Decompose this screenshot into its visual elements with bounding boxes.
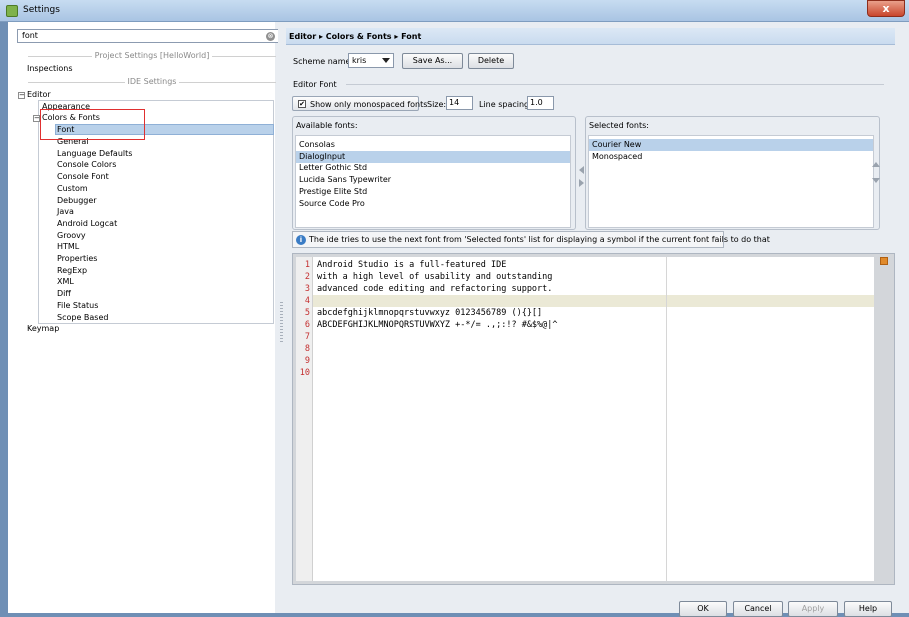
font-size-input[interactable]: 14 (446, 96, 473, 110)
editor-font-section-label: Editor Font (293, 80, 337, 89)
checkbox-checked-icon[interactable]: ✔ (298, 100, 306, 108)
monospaced-checkbox-button[interactable]: ✔ Show only monospaced fonts (292, 96, 427, 111)
tree-item[interactable]: HTML (57, 241, 79, 252)
tree-item[interactable]: Console Font (57, 171, 109, 182)
line-number: 3 (304, 284, 310, 294)
available-fonts-label: Available fonts: (296, 121, 358, 130)
list-item[interactable]: Prestige Elite Std (296, 186, 570, 198)
highlight-annotation (40, 109, 145, 140)
line-spacing-input[interactable]: 1.0 (527, 96, 554, 110)
search-value: font (22, 31, 38, 40)
line-number: 6 (304, 320, 310, 330)
code-line: Android Studio is a full-featured IDE (317, 260, 507, 270)
help-button[interactable]: Help (844, 601, 892, 617)
move-up-icon[interactable] (872, 162, 880, 167)
tree-item-editor-label: Editor (27, 90, 51, 99)
line-spacing-label: Line spacing: (479, 100, 532, 109)
tree-item[interactable]: Scope Based (57, 312, 108, 323)
available-fonts-list[interactable]: Consolas DialogInput Letter Gothic Std Luci… (295, 135, 571, 228)
delete-button[interactable]: Delete (468, 53, 514, 69)
list-item[interactable]: Consolas (296, 139, 570, 151)
line-number: 8 (304, 344, 310, 354)
move-down-icon[interactable] (872, 178, 880, 183)
line-number: 10 (299, 368, 310, 378)
code-line: with a high level of usability and outst… (317, 272, 553, 282)
font-settings-pane: Editor ▸ Colors & Fonts ▸ Font Scheme na… (286, 22, 909, 617)
tree-item[interactable]: File Status (57, 300, 98, 311)
line-number-gutter: 1 2 3 4 5 6 7 8 9 10 (296, 257, 313, 581)
scheme-select[interactable]: kris (348, 53, 394, 68)
close-button[interactable]: x (867, 0, 905, 17)
tree-item[interactable]: Diff (57, 288, 71, 299)
breadcrumb: Editor ▸ Colors & Fonts ▸ Font (286, 28, 895, 45)
scheme-value: kris (352, 56, 367, 65)
cancel-button[interactable]: Cancel (733, 601, 783, 617)
selected-fonts-label: Selected fonts: (589, 121, 650, 130)
apply-button[interactable]: Apply (788, 601, 838, 617)
line-number: 2 (304, 272, 310, 282)
scheme-name-label: Scheme name: (293, 57, 354, 66)
collapse-icon[interactable]: − (18, 92, 25, 99)
list-item[interactable]: Lucida Sans Typewriter (296, 174, 570, 186)
line-number: 9 (304, 356, 310, 366)
right-margin-guide (666, 257, 667, 581)
list-item[interactable]: Letter Gothic Std (296, 162, 570, 174)
tree-item[interactable]: Custom (57, 183, 88, 194)
settings-tree-pane: font ⊗ Project Settings [HelloWorld] Ins… (8, 22, 279, 613)
collapse-icon[interactable]: − (33, 115, 40, 122)
project-settings-header: Project Settings [HelloWorld] (28, 51, 276, 61)
code-line: abcdefghijklmnopqrstuvwxyz 0123456789 ()… (317, 308, 543, 318)
window-title: Settings (23, 5, 60, 15)
caret-row-highlight (313, 295, 874, 307)
search-input[interactable]: font ⊗ (17, 29, 279, 43)
move-left-icon[interactable] (579, 166, 584, 174)
monospaced-label: Show only monospaced fonts (310, 100, 428, 109)
tree-item[interactable]: Properties (57, 253, 97, 264)
code-line: ABCDEFGHIJKLMNOPQRSTUVWXYZ +-*/= .,;:!? … (317, 320, 558, 330)
tree-item[interactable]: Debugger (57, 195, 97, 206)
save-as-button[interactable]: Save As... (402, 53, 463, 69)
section-divider (346, 84, 884, 85)
tree-item-keymap[interactable]: Keymap (27, 323, 59, 334)
tree-item[interactable]: XML (57, 276, 74, 287)
error-stripe-marker-icon[interactable] (880, 257, 888, 265)
chevron-down-icon (382, 58, 390, 63)
tree-item-inspections[interactable]: Inspections (27, 63, 73, 74)
font-preview-editor[interactable]: 1 2 3 4 5 6 7 8 9 10 Android Studio is a full-fea… (296, 257, 874, 581)
line-number: 5 (304, 308, 310, 318)
list-item[interactable]: Source Code Pro (296, 198, 570, 210)
ide-settings-header: IDE Settings (28, 77, 276, 87)
line-number: 1 (304, 260, 310, 270)
android-studio-icon (6, 5, 18, 17)
info-icon: i (296, 235, 306, 245)
line-number: 4 (304, 296, 310, 306)
tree-item[interactable]: Groovy (57, 230, 86, 241)
tree-item[interactable]: Android Logcat (57, 218, 117, 229)
preview-frame: 1 2 3 4 5 6 7 8 9 10 Android Studio is a full-fea… (292, 253, 895, 585)
tree-item[interactable]: Console Colors (57, 159, 116, 170)
clear-search-icon[interactable]: ⊗ (266, 32, 275, 41)
fallback-info-tooltip: i The ide tries to use the next font fro… (292, 231, 770, 248)
list-item[interactable]: Courier New (589, 139, 873, 151)
tree-item[interactable]: Language Defaults (57, 148, 132, 159)
settings-dialog: font ⊗ Project Settings [HelloWorld] Ins… (8, 22, 909, 617)
list-item[interactable]: Monospaced (589, 151, 873, 163)
tree-item-editor[interactable]: − Editor (18, 89, 51, 100)
ok-button[interactable]: OK (679, 601, 727, 617)
info-text: The ide tries to use the next font from … (309, 235, 770, 244)
selected-fonts-list[interactable]: Courier New Monospaced (588, 135, 874, 228)
tree-item[interactable]: RegExp (57, 265, 87, 276)
list-item[interactable]: DialogInput (296, 150, 570, 163)
move-right-icon[interactable] (579, 179, 584, 187)
splitter-grip[interactable] (280, 302, 283, 342)
line-number: 7 (304, 332, 310, 342)
title-bar: Settings x (0, 0, 909, 22)
code-line: advanced code editing and refactoring su… (317, 284, 553, 294)
tree-item[interactable]: Java (57, 206, 74, 217)
size-label: Size: (427, 100, 447, 109)
